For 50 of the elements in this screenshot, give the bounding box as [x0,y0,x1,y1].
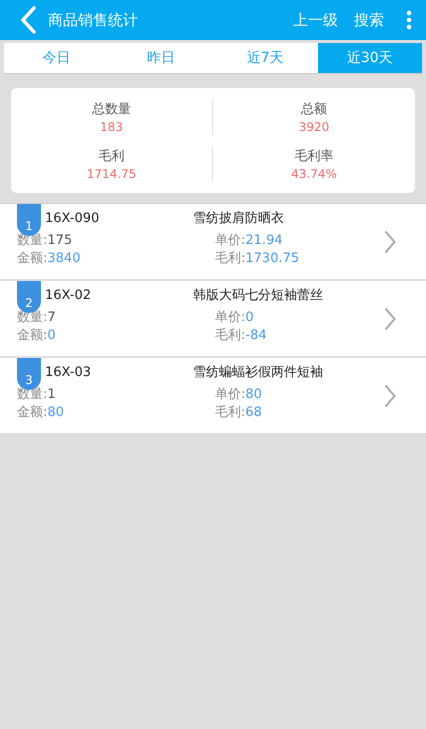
stat-value: 43.74% [291,166,337,181]
stat-label: 总数量 [92,101,131,118]
chevron-icon [384,230,396,254]
product-code: 16X-090 [45,210,100,226]
page-title: 商品销售统计 [48,10,138,30]
product-row[interactable]: 2 16X-02 韩版大码七分短袖蕾丝 数量:7 单价:0 金额:0 毛利:-84 [0,281,426,356]
field-label: 单价: [215,310,246,325]
product-code: 16X-02 [45,288,92,302]
field-label: 毛利: [215,405,246,420]
header-action[interactable]: 上一级 [285,10,346,30]
stat-label: 总额 [301,101,327,118]
field-label: 单价: [215,387,246,402]
chevron-icon [384,306,396,330]
field-label: 毛利: [215,328,246,343]
product-name: 雪纺蝙蝠衫假两件短袖 [193,364,323,381]
back-icon[interactable] [20,6,36,34]
field-label: 金额: [17,328,48,343]
header-action[interactable]: 搜索 [346,10,392,30]
more-icon[interactable] [406,10,412,30]
period-tab[interactable]: 近30天 [318,43,422,73]
field-value: 68 [245,405,262,420]
field-value: 3840 [47,251,80,266]
field-value: 1 [47,387,56,402]
field-value: 0 [47,328,56,343]
field-label: 金额: [17,405,48,420]
stat-value: 183 [100,120,123,134]
field-label: 单价: [215,233,246,248]
field-value: 80 [47,405,64,420]
product-row[interactable]: 3 16X-03 雪纺蝙蝠衫假两件短袖 数量:1 单价:80 金额:80 毛利:68 [0,358,426,433]
stat-label: 毛利 [98,148,124,165]
field-value: 21.94 [245,233,283,248]
product-name: 韩版大码七分短袖蕾丝 [193,287,323,304]
stat-value: 1714.75 [86,166,136,181]
field-value: 7 [47,310,56,325]
product-name: 雪纺披肩防晒衣 [193,210,284,227]
stat-value: 3920 [298,120,330,134]
field-label: 数量: [17,233,48,248]
field-value: 1730.75 [245,251,300,266]
field-value: 175 [47,233,72,248]
product-row[interactable]: 1 16X-090 雪纺披肩防晒衣 数量:175 单价:21.94 金额:3840 毛利:1730.75 [0,204,426,279]
field-label: 金额: [17,251,48,266]
field-label: 数量: [17,387,48,402]
chevron-icon [384,384,396,408]
field-label: 数量: [17,310,48,325]
field-value: -84 [245,328,267,343]
field-value: 0 [245,310,254,325]
field-label: 毛利: [215,251,246,266]
product-code: 16X-03 [45,364,92,380]
stat-label: 毛利率 [294,148,334,165]
field-value: 80 [245,387,262,402]
